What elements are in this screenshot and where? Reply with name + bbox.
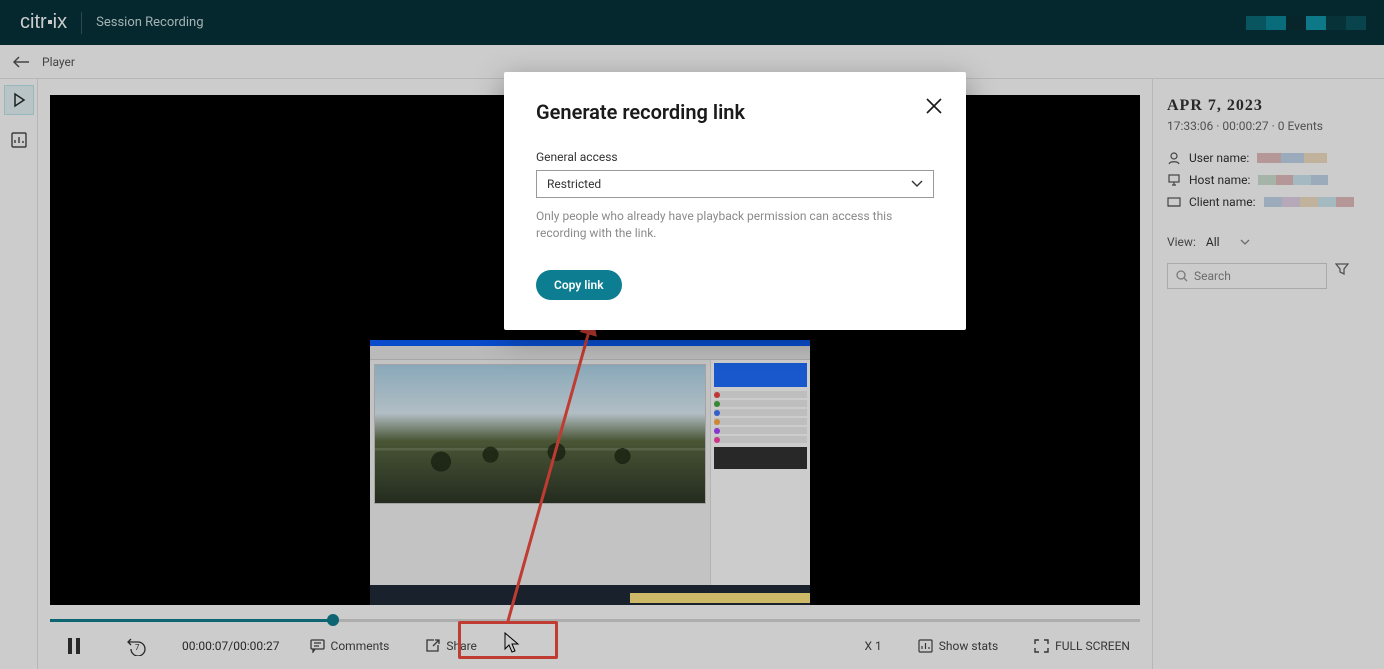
general-access-label: General access	[536, 150, 934, 164]
close-icon	[924, 96, 944, 116]
general-access-help: Only people who already have playback pe…	[536, 208, 934, 242]
copy-link-button[interactable]: Copy link	[536, 270, 622, 300]
general-access-select[interactable]: Restricted	[536, 170, 934, 198]
modal-backdrop-top	[0, 0, 1384, 79]
modal-close-button[interactable]	[924, 96, 944, 120]
generate-link-modal: Generate recording link General access R…	[504, 72, 966, 330]
general-access-value: Restricted	[547, 177, 601, 191]
chevron-down-icon	[911, 180, 923, 188]
modal-title: Generate recording link	[536, 100, 934, 124]
